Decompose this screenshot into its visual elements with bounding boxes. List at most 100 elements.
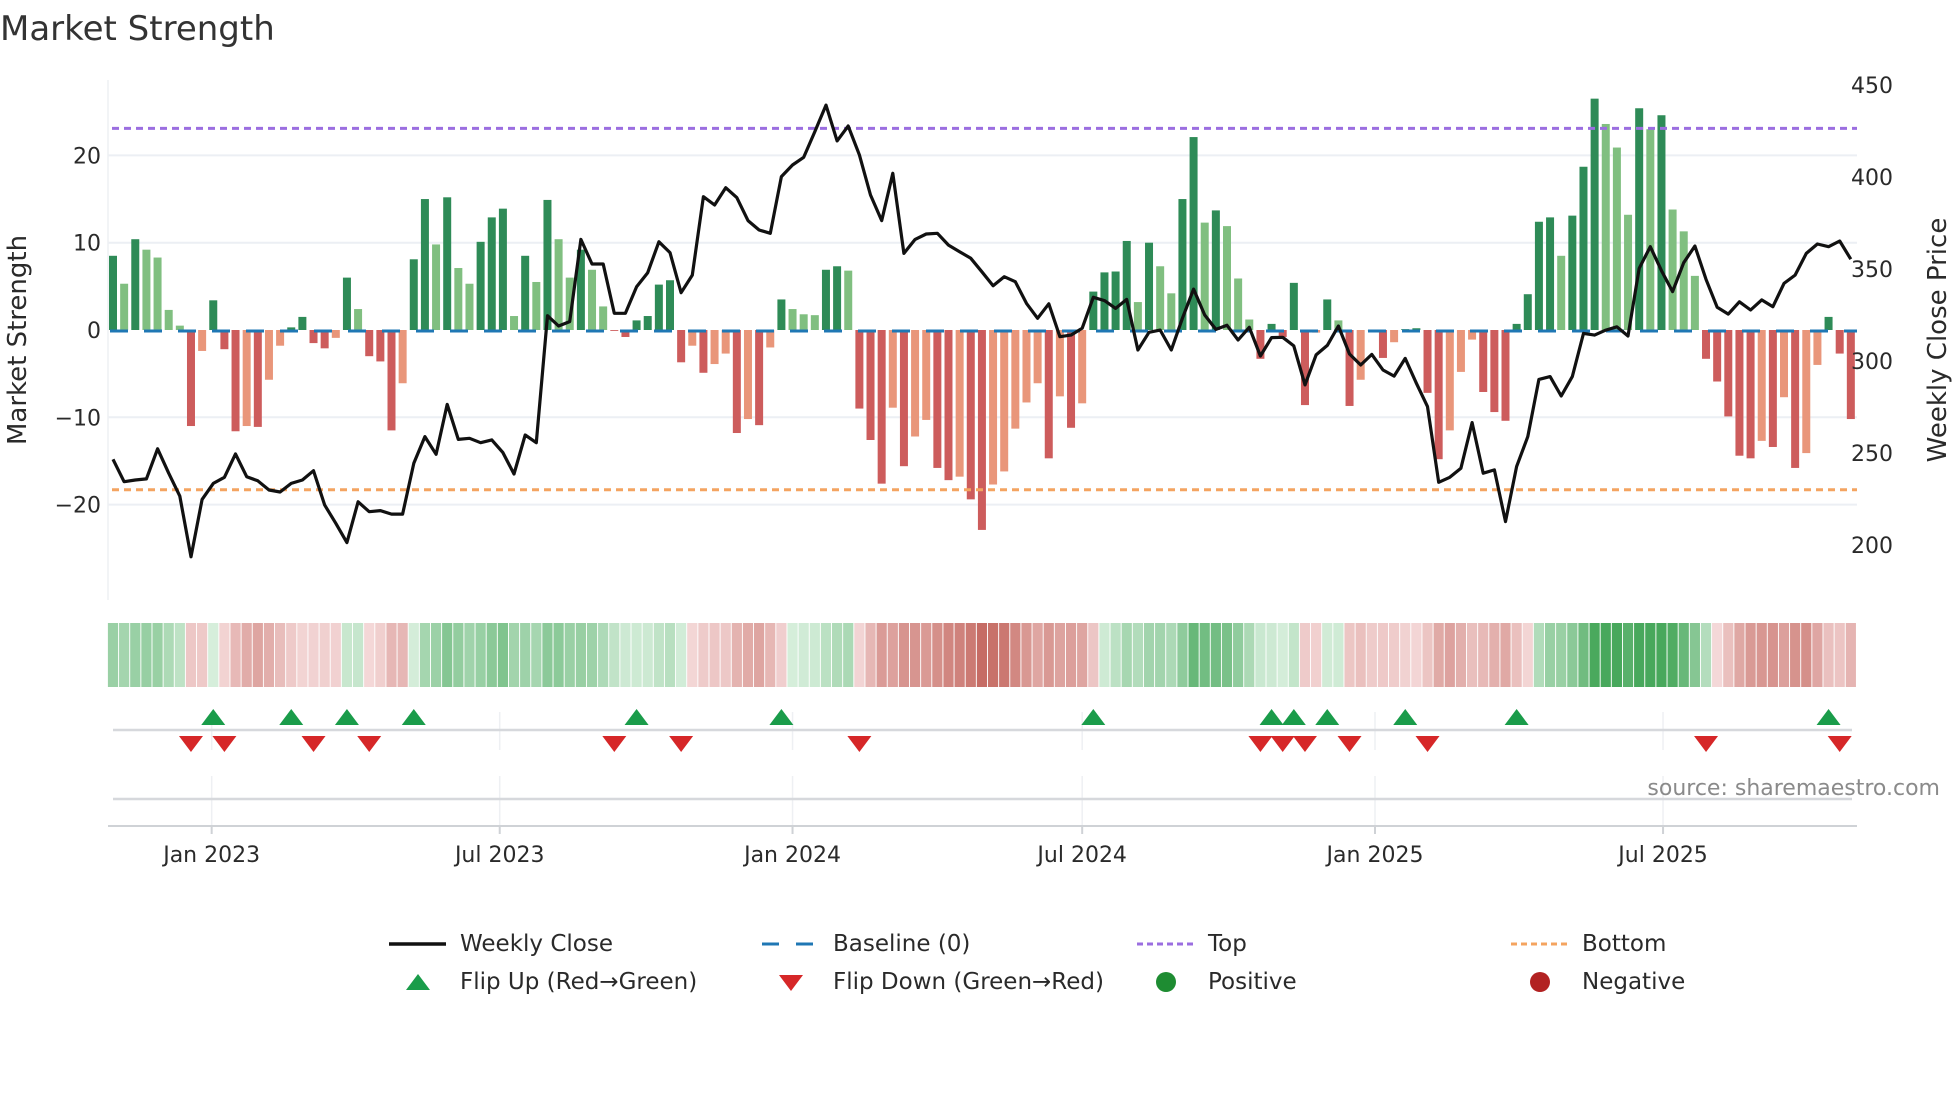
strip-cell xyxy=(1322,623,1333,687)
strip-cell xyxy=(130,623,141,687)
strength-bar xyxy=(1445,330,1454,431)
strip-cell xyxy=(575,623,586,687)
strength-bar xyxy=(1534,221,1543,330)
strip-cell xyxy=(1533,623,1545,687)
legend-label: Top xyxy=(1208,931,1247,957)
legend-circle-icon xyxy=(1530,972,1550,992)
strip-cell xyxy=(1622,623,1634,687)
strip-cell xyxy=(765,623,776,687)
chart-title: Market Strength xyxy=(0,9,275,49)
legend-item[interactable]: Negative xyxy=(1511,969,1685,995)
strip-cell xyxy=(876,623,887,687)
strip-cell xyxy=(921,623,932,687)
flip-up-marker xyxy=(1259,709,1284,725)
strip-cell xyxy=(1489,623,1500,687)
strength-bar xyxy=(186,330,195,427)
strength-bar xyxy=(777,299,786,330)
strip-cell xyxy=(1823,623,1834,687)
right-tick-label: 450 xyxy=(1851,74,1893,99)
strength-bar xyxy=(911,330,920,437)
strength-bar xyxy=(977,330,986,530)
strength-bar xyxy=(198,330,207,351)
strength-bar xyxy=(1813,330,1822,365)
strip-cell xyxy=(820,623,832,687)
strip-cell xyxy=(1166,623,1177,687)
strip-cell xyxy=(653,623,664,687)
strip-cell xyxy=(1021,623,1032,687)
strip-cell xyxy=(1712,623,1723,687)
legend-label: Baseline (0) xyxy=(833,931,971,957)
strength-bar xyxy=(532,281,541,330)
legend-item[interactable]: Flip Down (Green→Red) xyxy=(762,969,1104,995)
strength-bar xyxy=(443,197,452,330)
strip-cell xyxy=(1656,623,1667,687)
strip-cell xyxy=(152,623,163,687)
legend-item[interactable]: Weekly Close xyxy=(389,931,613,957)
strength-bar xyxy=(1735,330,1744,456)
strength-bar xyxy=(1713,330,1722,382)
strip-cell xyxy=(486,623,497,687)
strip-cell xyxy=(687,623,698,687)
legend-item[interactable]: Flip Up (Red→Green) xyxy=(389,969,697,995)
strip-cell xyxy=(531,623,542,687)
strip-cell xyxy=(419,623,431,687)
flip-down-marker xyxy=(1415,736,1440,752)
strength-bar xyxy=(1546,217,1555,330)
strip-cell xyxy=(197,623,208,687)
legend-item[interactable]: Top xyxy=(1137,931,1247,957)
strength-bar xyxy=(1668,209,1677,330)
strip-cell xyxy=(1366,623,1377,687)
strip-cell xyxy=(1088,623,1099,687)
strength-bar xyxy=(1601,123,1610,330)
strength-bar xyxy=(387,330,396,431)
legend-dotted-line-icon xyxy=(1137,942,1194,946)
strip-cell xyxy=(341,623,353,687)
strip-cell xyxy=(263,623,275,687)
legend-item[interactable]: Baseline (0) xyxy=(762,931,970,957)
strength-bar xyxy=(1011,330,1020,429)
legend-solid-line-icon xyxy=(389,942,446,946)
strip-cell xyxy=(1611,623,1622,687)
strip-cell xyxy=(1333,623,1344,687)
strip-cell xyxy=(1845,623,1856,687)
strength-bar xyxy=(1523,294,1532,330)
strength-bar xyxy=(1067,330,1076,428)
strength-bar xyxy=(131,239,140,330)
strip-cell xyxy=(1344,623,1355,687)
strip-cell xyxy=(430,623,442,687)
strip-cell xyxy=(397,623,408,687)
flip-up-marker xyxy=(1315,709,1340,725)
strip-cell xyxy=(742,623,754,687)
strength-bar xyxy=(1145,242,1154,330)
strength-bar xyxy=(510,316,519,330)
strip-cell xyxy=(1700,623,1712,687)
strength-bar xyxy=(487,217,496,330)
strength-bar xyxy=(966,330,975,500)
strength-bar xyxy=(153,257,162,330)
x-tick-label: Jul 2023 xyxy=(453,843,545,868)
strength-bar xyxy=(721,330,730,354)
strip-cell xyxy=(286,623,297,687)
legend-item[interactable]: Bottom xyxy=(1511,931,1666,957)
flip-up-marker xyxy=(1081,709,1106,725)
flip-up-marker xyxy=(1816,709,1841,725)
left-tick-label: −20 xyxy=(55,494,101,519)
legend-item[interactable]: Positive xyxy=(1137,969,1297,995)
strip-cell xyxy=(252,623,263,687)
strip-cell xyxy=(1444,623,1455,687)
left-tick-label: 10 xyxy=(73,232,101,257)
strength-bar xyxy=(398,330,407,384)
strength-heat-strip xyxy=(107,623,1856,687)
strip-cell xyxy=(1578,623,1589,687)
strip-cell xyxy=(1812,623,1823,687)
strip-cell xyxy=(1455,623,1467,687)
strip-cell xyxy=(754,623,765,687)
strength-bar xyxy=(899,330,908,467)
strip-cell xyxy=(631,623,642,687)
strength-bar xyxy=(1512,323,1521,330)
strength-bar xyxy=(855,330,864,409)
strength-bar xyxy=(1167,293,1176,330)
strip-cell xyxy=(798,623,809,687)
strip-cell xyxy=(453,623,464,687)
strip-cell xyxy=(898,623,910,687)
